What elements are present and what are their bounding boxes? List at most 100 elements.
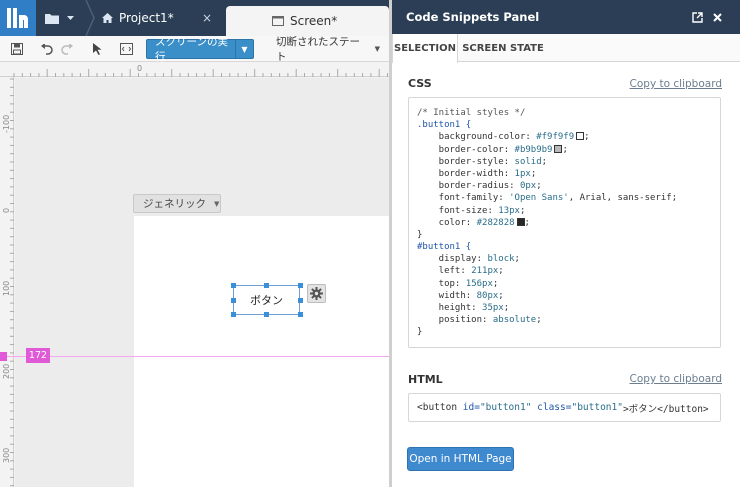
folder-icon bbox=[45, 13, 59, 24]
gear-icon bbox=[310, 287, 323, 300]
css-value: 35px bbox=[482, 303, 504, 313]
css-property: position: bbox=[417, 315, 493, 326]
ruler-zero-label: 0 bbox=[137, 64, 143, 73]
home-icon bbox=[102, 13, 113, 23]
css-property: font-family: bbox=[417, 193, 510, 204]
css-code-line: } bbox=[417, 326, 712, 338]
resize-handle[interactable] bbox=[298, 298, 303, 303]
tab-project-label: Project1* bbox=[119, 11, 174, 25]
panel-title: Code Snippets Panel bbox=[406, 10, 540, 24]
tab-screen-state[interactable]: SCREEN STATE bbox=[462, 34, 544, 62]
css-code-line: #button1 { bbox=[417, 241, 712, 253]
redo-icon[interactable] bbox=[58, 40, 76, 58]
css-property: border-color: bbox=[417, 144, 515, 155]
css-property: color: bbox=[417, 217, 477, 228]
css-semicolon: ; bbox=[514, 254, 520, 265]
css-value-tail: , Arial, sans-serif bbox=[568, 193, 672, 204]
css-code-line: /* Initial styles */ bbox=[417, 107, 712, 119]
app-logo-icon bbox=[7, 8, 28, 28]
popout-icon[interactable] bbox=[690, 10, 704, 24]
save-icon[interactable] bbox=[8, 40, 26, 58]
state-selector[interactable]: 切断されたステート ▼ bbox=[276, 36, 380, 63]
css-value: 156px bbox=[465, 278, 493, 289]
ruler-label: 300 bbox=[2, 447, 11, 463]
css-code-line: border-width: 1px; bbox=[417, 168, 712, 180]
html-attr-class: class= bbox=[531, 402, 572, 413]
device-dropdown[interactable]: ジェネリック ▼ bbox=[133, 194, 221, 213]
css-value: #f9f9f9 bbox=[536, 132, 575, 143]
css-value: 13px bbox=[498, 205, 520, 216]
html-code-block[interactable]: <button id= "button1" class= "button1" >ボタン… bbox=[408, 393, 721, 422]
resize-handle[interactable] bbox=[264, 312, 269, 317]
folder-menu-button[interactable] bbox=[44, 0, 84, 36]
css-value: 211px bbox=[471, 266, 499, 277]
ruler-label: 100 bbox=[2, 280, 11, 296]
undo-icon[interactable] bbox=[37, 40, 55, 58]
css-property: border-radius: bbox=[417, 181, 520, 192]
run-screen-label: スクリーンの実行 bbox=[155, 36, 228, 63]
css-comment: /* Initial styles */ bbox=[417, 108, 526, 118]
css-code-line: border-color: #b9b9b9; bbox=[417, 144, 712, 156]
resize-handle[interactable] bbox=[231, 298, 236, 303]
ruler-label: 0 bbox=[2, 207, 11, 213]
css-brace: } bbox=[417, 229, 423, 240]
color-swatch bbox=[576, 132, 585, 141]
css-semicolon: ; bbox=[671, 193, 678, 204]
code-view-icon[interactable] bbox=[117, 40, 135, 58]
chevron-down-icon: ▼ bbox=[374, 45, 380, 53]
css-property: top: bbox=[417, 278, 466, 289]
tab-selection[interactable]: SELECTION bbox=[392, 34, 458, 63]
tab-project[interactable]: Project1* × bbox=[101, 0, 221, 36]
close-project-icon[interactable]: × bbox=[202, 11, 212, 25]
resize-handle[interactable] bbox=[264, 283, 269, 288]
select-tool-icon[interactable] bbox=[89, 40, 107, 58]
chevron-down-icon bbox=[67, 16, 74, 20]
css-property: height: bbox=[417, 303, 483, 313]
ruler-label: -100 bbox=[2, 114, 11, 133]
ruler-vertical: -100 0 100 200 300 bbox=[0, 77, 14, 487]
resize-handle[interactable] bbox=[298, 312, 303, 317]
css-code-line: border-style: solid; bbox=[417, 156, 712, 168]
guide-handle[interactable] bbox=[0, 352, 7, 361]
css-semicolon: ; bbox=[536, 181, 542, 192]
css-semicolon: ; bbox=[541, 156, 548, 167]
chevron-down-icon: ▼ bbox=[214, 199, 220, 208]
resize-handle[interactable] bbox=[231, 283, 236, 288]
css-value: solid bbox=[514, 156, 542, 167]
open-html-page-button[interactable]: Open in HTML Page bbox=[407, 447, 514, 471]
editor-toolbar: スクリーンの実行 ▼ 切断されたステート ▼ bbox=[0, 36, 389, 63]
css-property: left: bbox=[417, 266, 472, 277]
panel-tabs: SELECTION SCREEN STATE bbox=[392, 34, 740, 63]
ruler-label: 200 bbox=[2, 363, 11, 379]
color-swatch bbox=[516, 217, 525, 226]
css-selector: .button1 { bbox=[417, 120, 472, 131]
widget-settings-button[interactable] bbox=[307, 284, 326, 303]
editor-top-bar: Project1* × Screen* bbox=[0, 0, 389, 36]
css-code-line: left: 211px; bbox=[417, 265, 712, 277]
html-attr-class-value: "button1" bbox=[571, 402, 623, 413]
device-dropdown-label: ジェネリック bbox=[143, 198, 206, 210]
tab-screen[interactable]: Screen* bbox=[226, 6, 389, 36]
css-property: font-size: bbox=[417, 205, 499, 216]
css-code-line: font-size: 13px; bbox=[417, 205, 712, 217]
screen-artboard[interactable] bbox=[134, 216, 389, 487]
css-property: display: bbox=[417, 254, 488, 265]
html-copy-link[interactable]: Copy to clipboard bbox=[630, 373, 722, 385]
css-semicolon: ; bbox=[562, 144, 568, 155]
css-semicolon: ; bbox=[584, 132, 590, 143]
css-brace: } bbox=[417, 327, 423, 338]
run-screen-button[interactable]: スクリーンの実行 ▼ bbox=[146, 36, 254, 63]
css-value: absolute bbox=[492, 315, 537, 326]
close-icon[interactable] bbox=[710, 10, 724, 24]
run-options-chevron-icon[interactable]: ▼ bbox=[235, 40, 253, 58]
resize-handle[interactable] bbox=[231, 312, 236, 317]
app-logo[interactable] bbox=[0, 0, 36, 36]
css-code-block[interactable]: /* Initial styles */ .button1 { backgroun… bbox=[408, 97, 721, 348]
css-property: width: bbox=[417, 290, 477, 301]
css-semicolon: ; bbox=[498, 290, 504, 301]
horizontal-guide[interactable] bbox=[0, 356, 389, 357]
button-widget[interactable]: ボタン bbox=[233, 285, 300, 315]
css-copy-link[interactable]: Copy to clipboard bbox=[630, 78, 722, 90]
resize-handle[interactable] bbox=[298, 283, 303, 288]
html-attr-id: id= bbox=[462, 402, 480, 413]
